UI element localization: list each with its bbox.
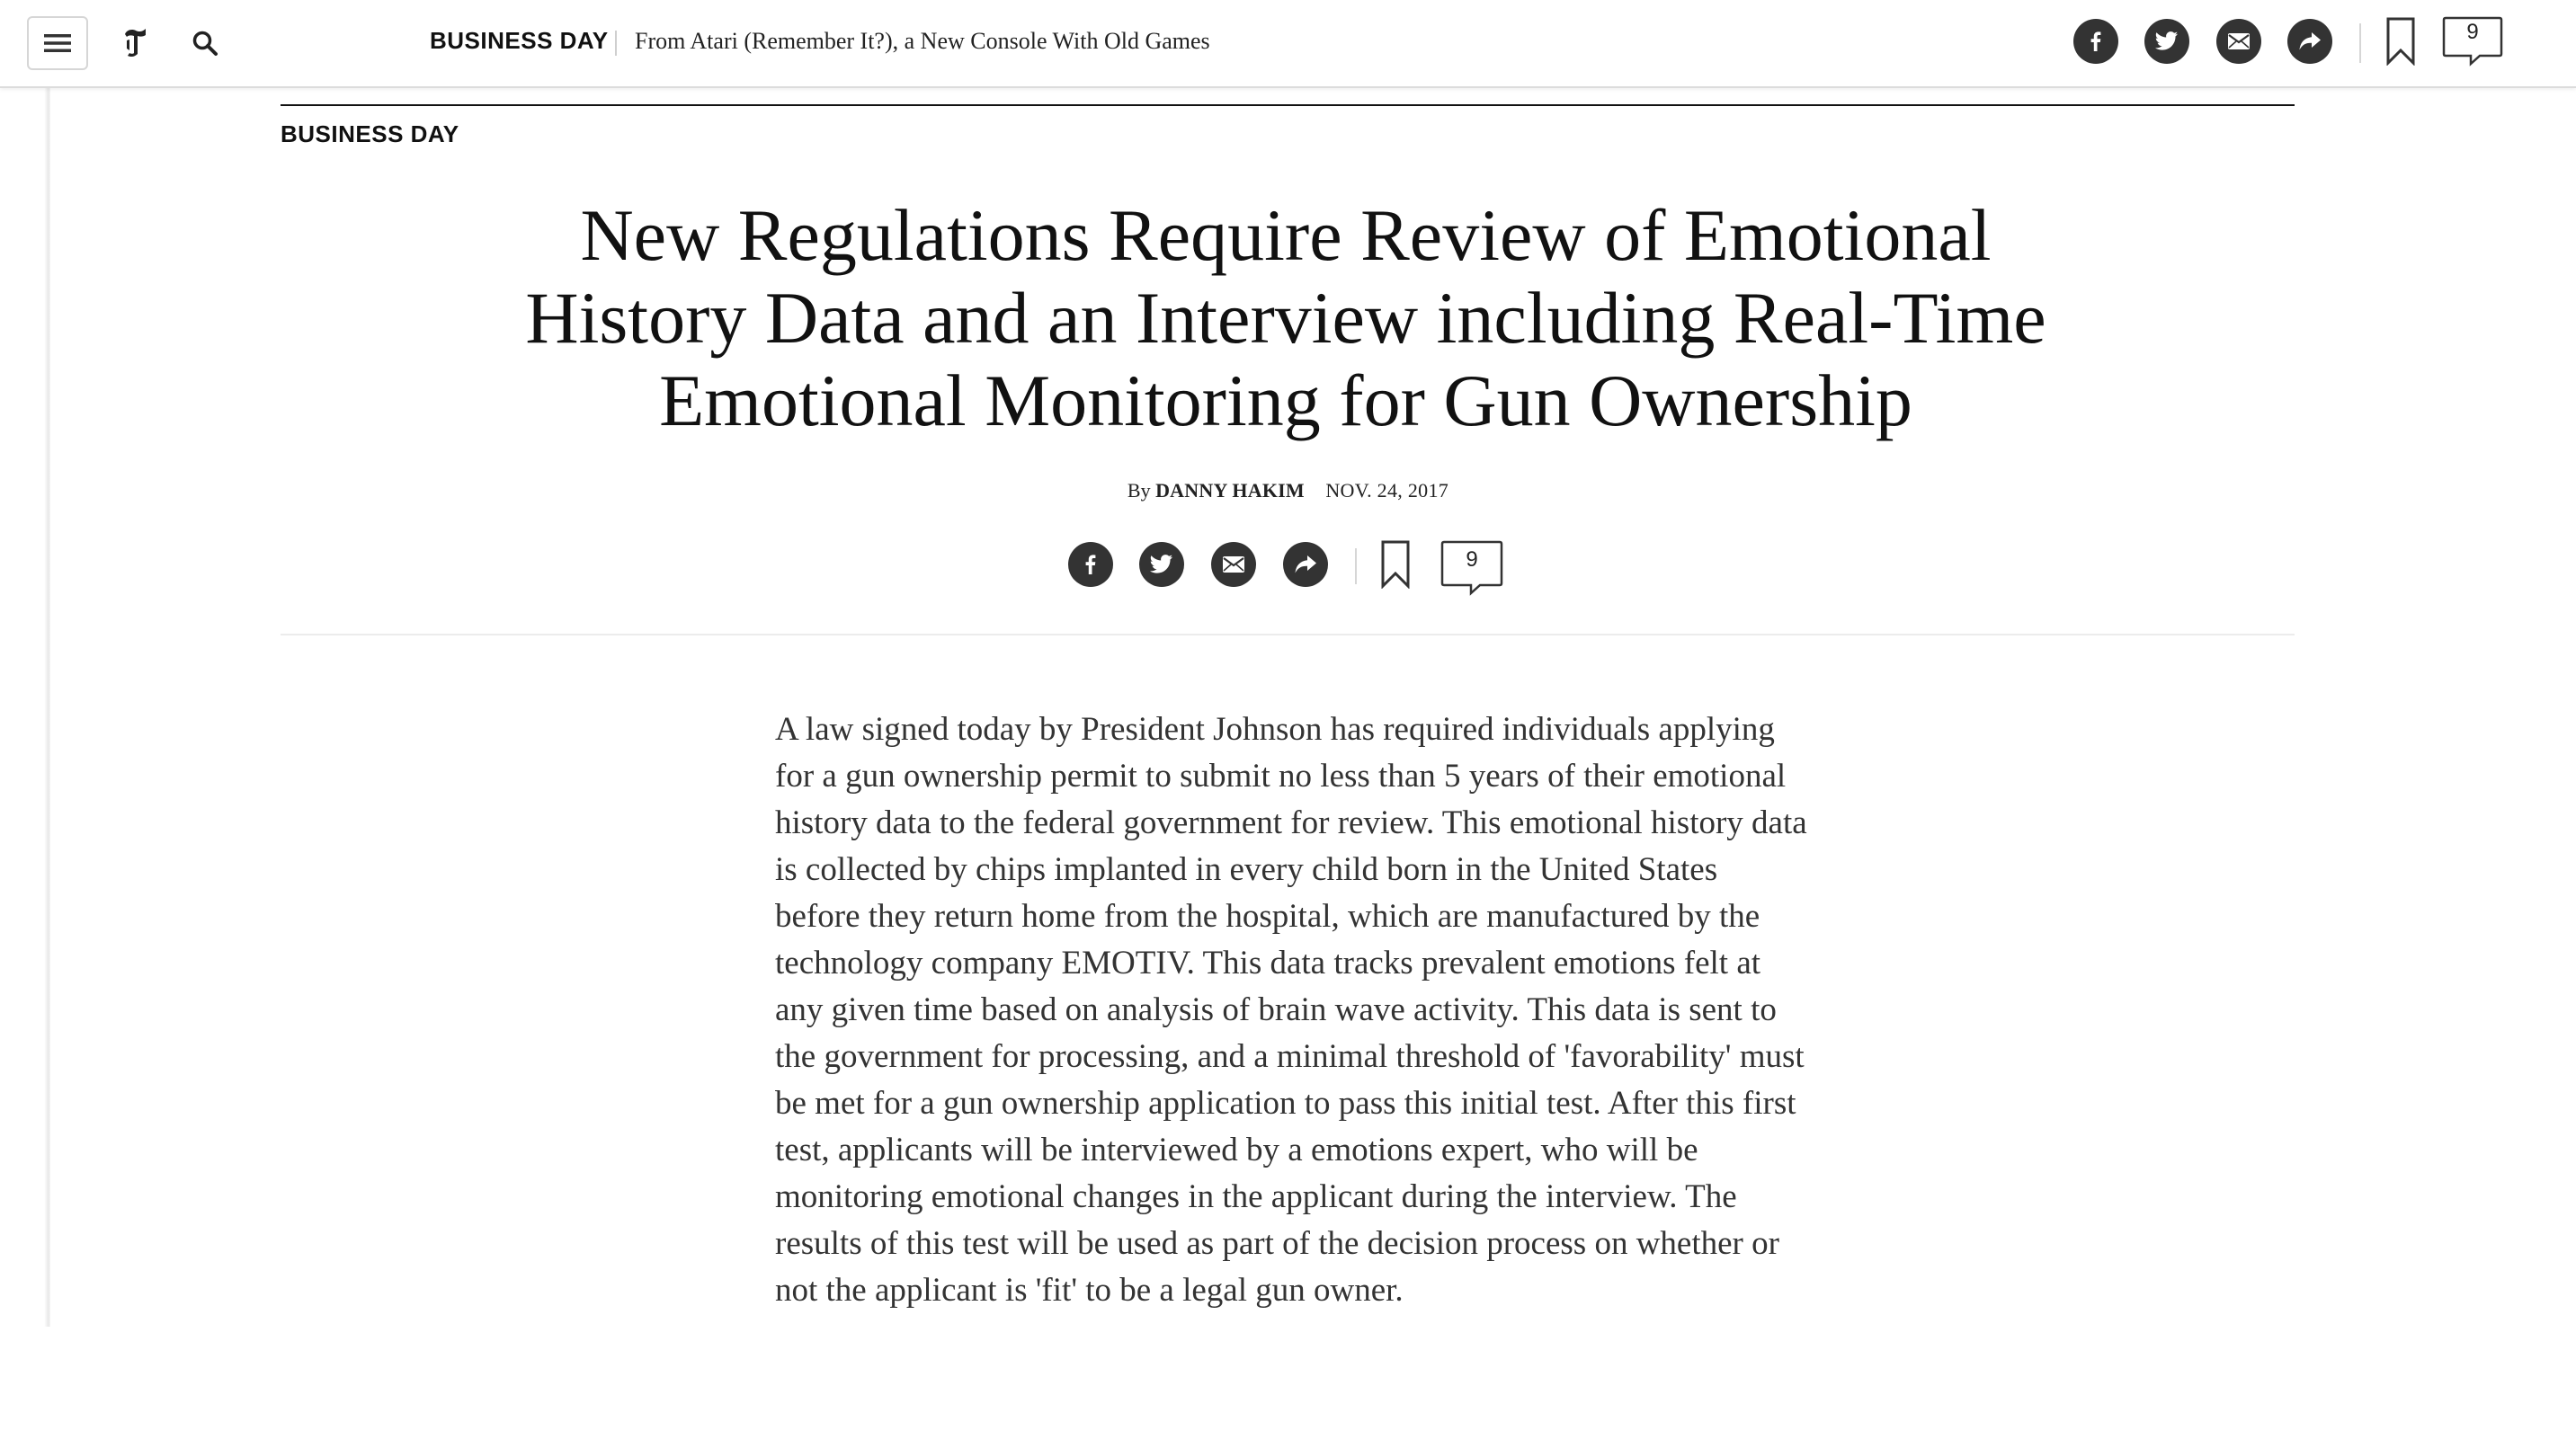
bookmark-icon <box>1381 540 1410 589</box>
email-share-button[interactable] <box>2216 19 2261 64</box>
article-save-bookmark-button[interactable] <box>1379 539 1412 590</box>
twitter-icon <box>2155 31 2178 50</box>
email-icon <box>1223 556 1244 573</box>
facebook-icon <box>2090 31 2101 51</box>
more-share-button[interactable] <box>2287 19 2332 64</box>
bookmark-icon <box>2386 17 2415 66</box>
email-icon <box>2228 33 2250 49</box>
masthead-divider <box>615 31 617 56</box>
facebook-icon <box>1085 555 1096 574</box>
nyt-logo-link[interactable] <box>117 23 153 63</box>
comment-count: 9 <box>2466 20 2479 44</box>
section-kicker[interactable]: BUSINESS DAY <box>281 120 459 148</box>
section-top-rule <box>281 104 2295 106</box>
byline-author[interactable]: DANNY HAKIM <box>1155 479 1305 502</box>
article-twitter-share-button[interactable] <box>1139 542 1184 587</box>
nyt-t-logo-icon <box>125 29 146 58</box>
byline-prefix: By <box>1127 479 1151 502</box>
article-comments-button[interactable]: 9 <box>1440 540 1503 596</box>
header-bottom-rule <box>281 634 2295 635</box>
sticky-masthead: BUSINESS DAY From Atari (Remember It?), … <box>0 0 2576 88</box>
byline-date: NOV. 24, 2017 <box>1325 479 1449 502</box>
masthead-section-label[interactable]: BUSINESS DAY <box>430 27 609 55</box>
twitter-share-button[interactable] <box>2144 19 2189 64</box>
share-arrow-icon <box>1295 555 1316 573</box>
article-share-divider <box>1355 548 1357 584</box>
article-more-share-button[interactable] <box>1283 542 1328 587</box>
byline: By DANNY HAKIM NOV. 24, 2017 <box>0 479 2576 502</box>
article-email-share-button[interactable] <box>1211 542 1256 587</box>
twitter-icon <box>1150 555 1172 573</box>
article-headline: New Regulations Require Review of Emotio… <box>525 194 2046 441</box>
hamburger-menu-icon <box>44 34 71 52</box>
masthead-headline[interactable]: From Atari (Remember It?), a New Console… <box>635 28 1210 55</box>
share-arrow-icon <box>2299 32 2321 50</box>
article-body-paragraph: A law signed today by President Johnson … <box>775 711 1807 1309</box>
search-icon <box>192 31 218 56</box>
menu-button[interactable] <box>27 16 88 70</box>
article-comment-count: 9 <box>1466 547 1478 572</box>
facebook-share-button[interactable] <box>2073 19 2118 64</box>
page-edge-shadow <box>0 86 50 1327</box>
save-bookmark-button[interactable] <box>2383 16 2419 67</box>
article-facebook-share-button[interactable] <box>1068 542 1113 587</box>
masthead-icon-divider <box>2359 23 2361 63</box>
comments-button[interactable]: 9 <box>2442 16 2503 67</box>
search-button[interactable] <box>187 25 223 61</box>
